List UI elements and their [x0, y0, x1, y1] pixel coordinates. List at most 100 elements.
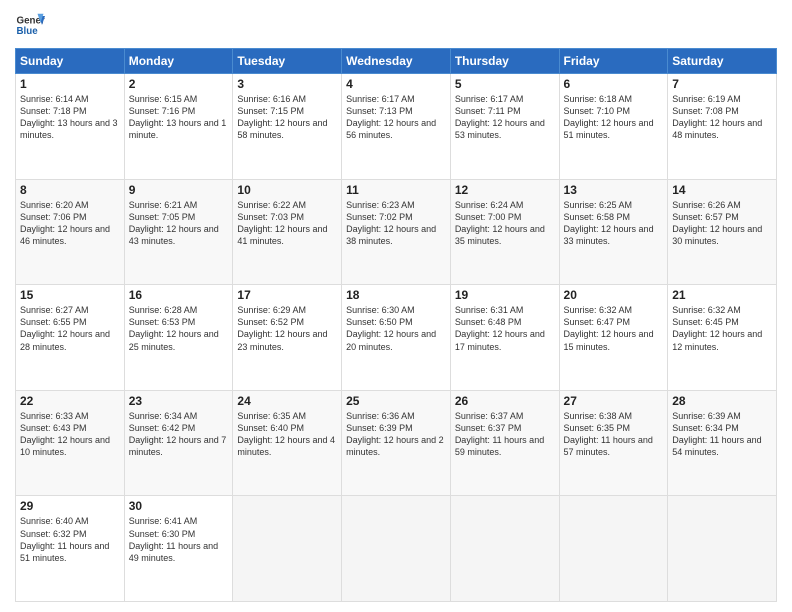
cell-info: Sunrise: 6:20 AMSunset: 7:06 PMDaylight:… — [20, 199, 120, 248]
day-number: 11 — [346, 183, 446, 197]
calendar-cell — [342, 496, 451, 602]
cell-info: Sunrise: 6:41 AMSunset: 6:30 PMDaylight:… — [129, 515, 229, 564]
cell-info: Sunrise: 6:34 AMSunset: 6:42 PMDaylight:… — [129, 410, 229, 459]
day-number: 15 — [20, 288, 120, 302]
calendar-cell: 3 Sunrise: 6:16 AMSunset: 7:15 PMDaylight… — [233, 74, 342, 180]
weekday-header-row: SundayMondayTuesdayWednesdayThursdayFrid… — [16, 49, 777, 74]
day-number: 10 — [237, 183, 337, 197]
weekday-header-sunday: Sunday — [16, 49, 125, 74]
day-number: 22 — [20, 394, 120, 408]
calendar-cell: 1 Sunrise: 6:14 AMSunset: 7:18 PMDaylight… — [16, 74, 125, 180]
day-number: 7 — [672, 77, 772, 91]
day-number: 29 — [20, 499, 120, 513]
calendar-cell: 27 Sunrise: 6:38 AMSunset: 6:35 PMDayligh… — [559, 390, 668, 496]
week-row-3: 15 Sunrise: 6:27 AMSunset: 6:55 PMDayligh… — [16, 285, 777, 391]
day-number: 20 — [564, 288, 664, 302]
day-number: 23 — [129, 394, 229, 408]
cell-info: Sunrise: 6:17 AMSunset: 7:11 PMDaylight:… — [455, 93, 555, 142]
cell-info: Sunrise: 6:40 AMSunset: 6:32 PMDaylight:… — [20, 515, 120, 564]
cell-info: Sunrise: 6:32 AMSunset: 6:47 PMDaylight:… — [564, 304, 664, 353]
day-number: 3 — [237, 77, 337, 91]
calendar-cell: 26Sunrise: 6:37 AMSunset: 6:37 PMDayligh… — [450, 390, 559, 496]
calendar-table: SundayMondayTuesdayWednesdayThursdayFrid… — [15, 48, 777, 602]
header: General Blue — [15, 10, 777, 40]
day-number: 21 — [672, 288, 772, 302]
calendar-cell: 23 Sunrise: 6:34 AMSunset: 6:42 PMDayligh… — [124, 390, 233, 496]
calendar-cell: 11 Sunrise: 6:23 AMSunset: 7:02 PMDayligh… — [342, 179, 451, 285]
calendar-cell: 29 Sunrise: 6:40 AMSunset: 6:32 PMDayligh… — [16, 496, 125, 602]
cell-info: Sunrise: 6:21 AMSunset: 7:05 PMDaylight:… — [129, 199, 229, 248]
calendar-cell: 10Sunrise: 6:22 AMSunset: 7:03 PMDayligh… — [233, 179, 342, 285]
calendar-cell: 25 Sunrise: 6:36 AMSunset: 6:39 PMDayligh… — [342, 390, 451, 496]
cell-info: Sunrise: 6:32 AMSunset: 6:45 PMDaylight:… — [672, 304, 772, 353]
calendar-cell: 24 Sunrise: 6:35 AMSunset: 6:40 PMDayligh… — [233, 390, 342, 496]
calendar-cell: 17Sunrise: 6:29 AMSunset: 6:52 PMDayligh… — [233, 285, 342, 391]
calendar-cell: 2 Sunrise: 6:15 AMSunset: 7:16 PMDaylight… — [124, 74, 233, 180]
cell-info: Sunrise: 6:36 AMSunset: 6:39 PMDaylight:… — [346, 410, 446, 459]
weekday-header-thursday: Thursday — [450, 49, 559, 74]
calendar-cell: 19Sunrise: 6:31 AMSunset: 6:48 PMDayligh… — [450, 285, 559, 391]
week-row-4: 22 Sunrise: 6:33 AMSunset: 6:43 PMDayligh… — [16, 390, 777, 496]
weekday-header-saturday: Saturday — [668, 49, 777, 74]
cell-info: Sunrise: 6:35 AMSunset: 6:40 PMDaylight:… — [237, 410, 337, 459]
weekday-header-friday: Friday — [559, 49, 668, 74]
calendar-cell: 8Sunrise: 6:20 AMSunset: 7:06 PMDaylight… — [16, 179, 125, 285]
week-row-2: 8Sunrise: 6:20 AMSunset: 7:06 PMDaylight… — [16, 179, 777, 285]
cell-info: Sunrise: 6:30 AMSunset: 6:50 PMDaylight:… — [346, 304, 446, 353]
day-number: 24 — [237, 394, 337, 408]
day-number: 14 — [672, 183, 772, 197]
cell-info: Sunrise: 6:16 AMSunset: 7:15 PMDaylight:… — [237, 93, 337, 142]
cell-info: Sunrise: 6:18 AMSunset: 7:10 PMDaylight:… — [564, 93, 664, 142]
logo: General Blue — [15, 10, 45, 40]
day-number: 18 — [346, 288, 446, 302]
calendar-cell — [233, 496, 342, 602]
cell-info: Sunrise: 6:39 AMSunset: 6:34 PMDaylight:… — [672, 410, 772, 459]
day-number: 26 — [455, 394, 555, 408]
cell-info: Sunrise: 6:17 AMSunset: 7:13 PMDaylight:… — [346, 93, 446, 142]
calendar-cell: 15 Sunrise: 6:27 AMSunset: 6:55 PMDayligh… — [16, 285, 125, 391]
day-number: 16 — [129, 288, 229, 302]
calendar-cell: 12Sunrise: 6:24 AMSunset: 7:00 PMDayligh… — [450, 179, 559, 285]
cell-info: Sunrise: 6:38 AMSunset: 6:35 PMDaylight:… — [564, 410, 664, 459]
calendar-cell — [668, 496, 777, 602]
logo-icon: General Blue — [15, 10, 45, 40]
calendar-cell: 13 Sunrise: 6:25 AMSunset: 6:58 PMDayligh… — [559, 179, 668, 285]
calendar-cell: 16 Sunrise: 6:28 AMSunset: 6:53 PMDayligh… — [124, 285, 233, 391]
calendar-cell — [450, 496, 559, 602]
day-number: 27 — [564, 394, 664, 408]
day-number: 6 — [564, 77, 664, 91]
cell-info: Sunrise: 6:27 AMSunset: 6:55 PMDaylight:… — [20, 304, 120, 353]
cell-info: Sunrise: 6:15 AMSunset: 7:16 PMDaylight:… — [129, 93, 229, 142]
cell-info: Sunrise: 6:28 AMSunset: 6:53 PMDaylight:… — [129, 304, 229, 353]
calendar-cell: 6 Sunrise: 6:18 AMSunset: 7:10 PMDaylight… — [559, 74, 668, 180]
calendar-cell: 9 Sunrise: 6:21 AMSunset: 7:05 PMDaylight… — [124, 179, 233, 285]
svg-text:Blue: Blue — [17, 26, 39, 37]
day-number: 13 — [564, 183, 664, 197]
calendar-cell: 21 Sunrise: 6:32 AMSunset: 6:45 PMDayligh… — [668, 285, 777, 391]
day-number: 5 — [455, 77, 555, 91]
calendar-cell: 18 Sunrise: 6:30 AMSunset: 6:50 PMDayligh… — [342, 285, 451, 391]
calendar-cell: 4Sunrise: 6:17 AMSunset: 7:13 PMDaylight… — [342, 74, 451, 180]
day-number: 30 — [129, 499, 229, 513]
weekday-header-wednesday: Wednesday — [342, 49, 451, 74]
cell-info: Sunrise: 6:25 AMSunset: 6:58 PMDaylight:… — [564, 199, 664, 248]
weekday-header-monday: Monday — [124, 49, 233, 74]
calendar-cell: 7 Sunrise: 6:19 AMSunset: 7:08 PMDaylight… — [668, 74, 777, 180]
day-number: 1 — [20, 77, 120, 91]
day-number: 9 — [129, 183, 229, 197]
day-number: 2 — [129, 77, 229, 91]
calendar-cell: 28 Sunrise: 6:39 AMSunset: 6:34 PMDayligh… — [668, 390, 777, 496]
cell-info: Sunrise: 6:23 AMSunset: 7:02 PMDaylight:… — [346, 199, 446, 248]
day-number: 28 — [672, 394, 772, 408]
cell-info: Sunrise: 6:33 AMSunset: 6:43 PMDaylight:… — [20, 410, 120, 459]
cell-info: Sunrise: 6:14 AMSunset: 7:18 PMDaylight:… — [20, 93, 120, 142]
week-row-1: 1 Sunrise: 6:14 AMSunset: 7:18 PMDaylight… — [16, 74, 777, 180]
cell-info: Sunrise: 6:29 AMSunset: 6:52 PMDaylight:… — [237, 304, 337, 353]
weekday-header-tuesday: Tuesday — [233, 49, 342, 74]
cell-info: Sunrise: 6:19 AMSunset: 7:08 PMDaylight:… — [672, 93, 772, 142]
day-number: 12 — [455, 183, 555, 197]
calendar-cell: 5 Sunrise: 6:17 AMSunset: 7:11 PMDaylight… — [450, 74, 559, 180]
day-number: 25 — [346, 394, 446, 408]
calendar-cell — [559, 496, 668, 602]
calendar-cell: 30 Sunrise: 6:41 AMSunset: 6:30 PMDayligh… — [124, 496, 233, 602]
